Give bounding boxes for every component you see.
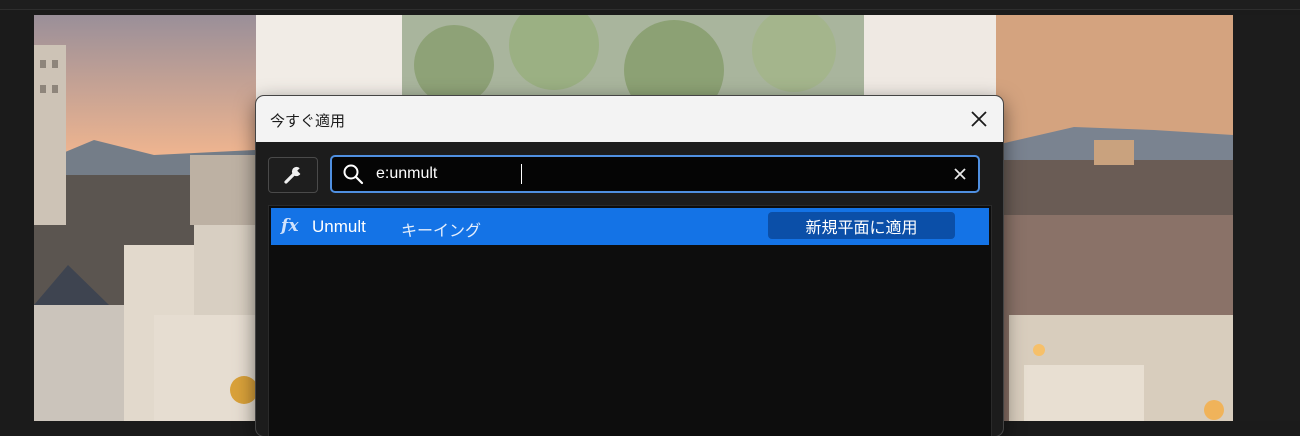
clear-search-button[interactable] xyxy=(950,164,970,184)
wrench-icon xyxy=(284,166,304,184)
effect-category: キーイング xyxy=(401,221,482,240)
settings-button[interactable] xyxy=(268,157,318,193)
text-caret xyxy=(521,164,522,184)
apply-to-new-solid-button[interactable]: 新規平面に適用 xyxy=(768,212,955,239)
close-icon xyxy=(971,111,987,127)
right-panel xyxy=(1233,15,1300,421)
search-input[interactable] xyxy=(376,157,936,191)
clear-icon xyxy=(954,168,966,180)
dialog-header: 今すぐ適用 xyxy=(256,96,1003,142)
search-icon xyxy=(343,164,364,185)
search-field[interactable] xyxy=(330,155,980,193)
top-bar xyxy=(0,0,1300,10)
dialog-title: 今すぐ適用 xyxy=(270,112,346,130)
effect-name: Unmult xyxy=(312,217,366,236)
fx-icon: fx xyxy=(281,216,299,236)
close-button[interactable] xyxy=(965,105,993,133)
apply-now-dialog: 今すぐ適用 fx Unmult キーイング xyxy=(256,96,1003,436)
result-row-unmult[interactable]: fx Unmult キーイング 新規平面に適用 xyxy=(271,208,989,245)
results-list: fx Unmult キーイング 新規平面に適用 xyxy=(268,205,992,436)
